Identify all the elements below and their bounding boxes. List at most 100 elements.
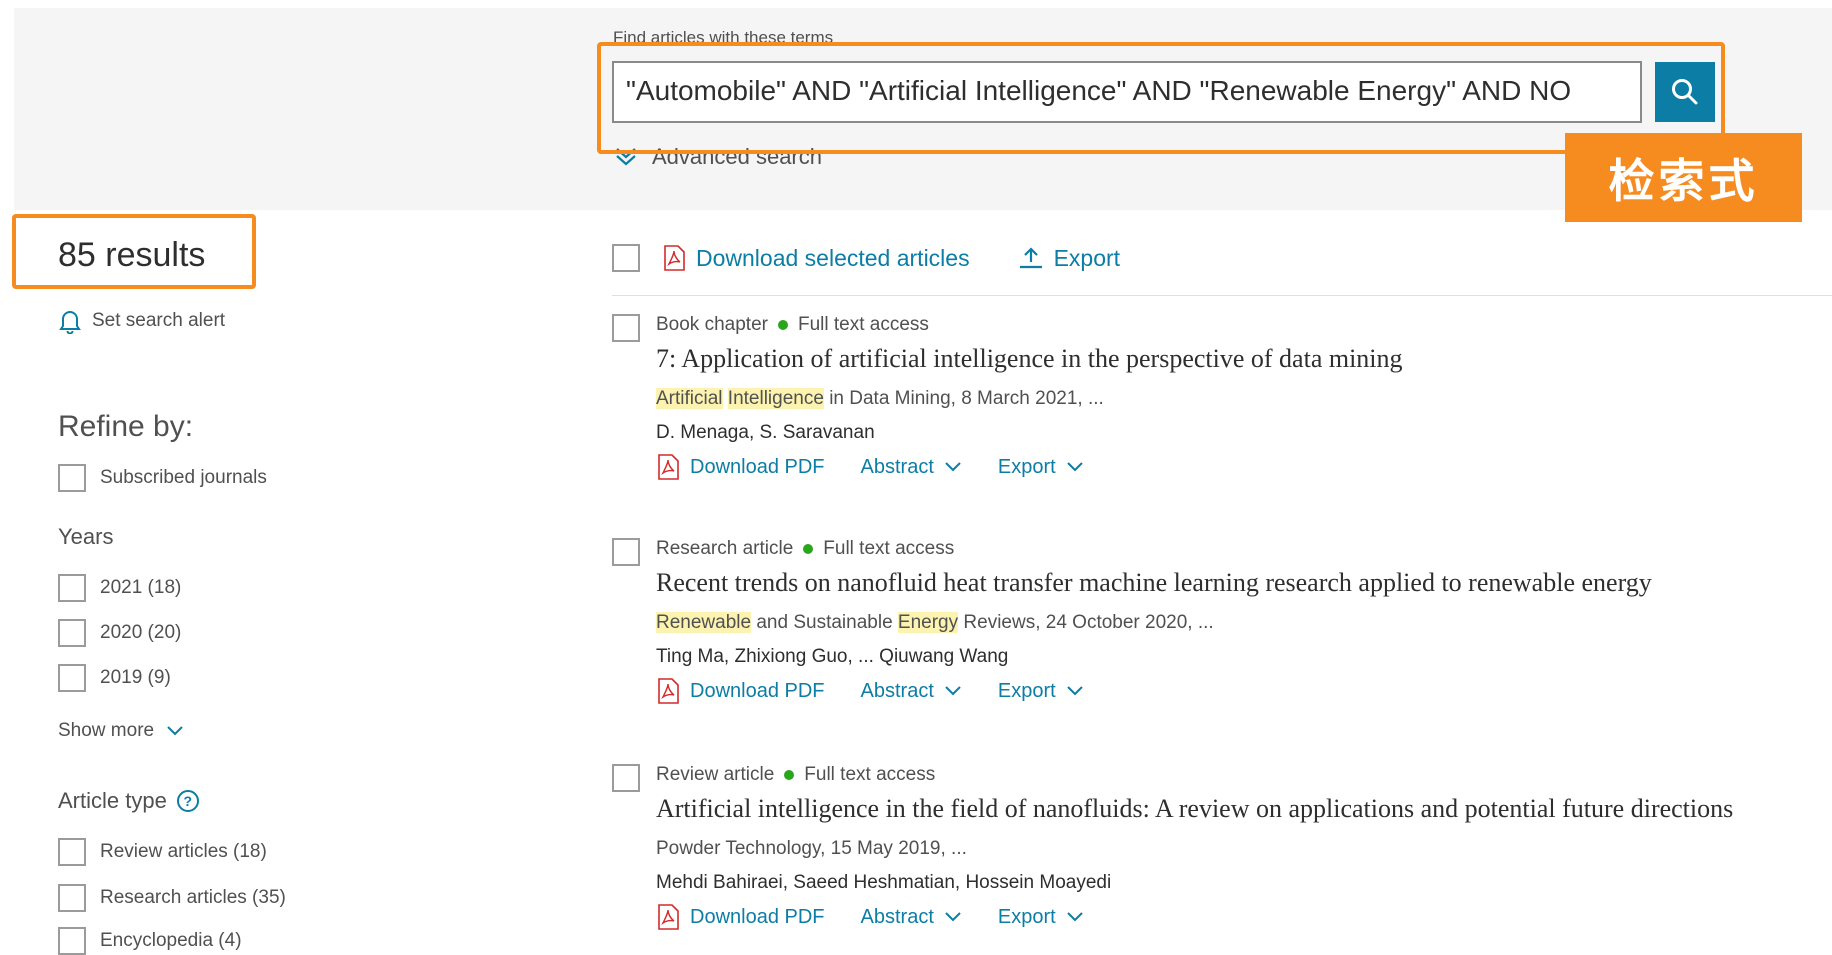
article-type-label: Article type	[58, 788, 167, 813]
export-icon	[1019, 247, 1042, 269]
result-meta: Book chapter Full text access	[656, 314, 929, 336]
filter-label: Research articles (35)	[100, 887, 286, 908]
result-checkbox[interactable]	[612, 314, 640, 342]
chevron-down-icon	[1066, 912, 1083, 922]
pdf-icon	[664, 245, 685, 271]
filter-label: 2020 (20)	[100, 622, 182, 643]
result-actions: Download PDF Abstract Export	[656, 904, 1120, 930]
toolbar-divider	[612, 295, 1832, 296]
filter-encyclopedia[interactable]: Encyclopedia (4)	[58, 927, 242, 955]
checkbox[interactable]	[58, 884, 86, 912]
filter-label: 2021 (18)	[100, 577, 182, 598]
chevron-down-icon	[1066, 462, 1083, 472]
result-authors: Mehdi Bahiraei, Saeed Heshmatian, Hossei…	[656, 872, 1112, 893]
export-button[interactable]: Export	[1018, 245, 1120, 272]
download-selected-label: Download selected articles	[696, 244, 970, 271]
result-authors: Ting Ma, Zhixiong Guo, ... Qiuwang Wang	[656, 646, 1009, 667]
result-checkbox[interactable]	[612, 764, 640, 792]
help-icon[interactable]: ?	[176, 790, 199, 812]
result-item: Research article Full text access Recent…	[612, 538, 1832, 718]
filter-label: Subscribed journals	[100, 467, 267, 488]
annotation-tag: 检索式	[1565, 133, 1802, 222]
article-type: Review article	[656, 764, 775, 785]
pdf-icon	[658, 904, 679, 930]
access-dot-icon	[803, 544, 814, 554]
filter-label: 2019 (9)	[100, 667, 171, 688]
checkbox[interactable]	[58, 619, 86, 647]
export-label: Export	[997, 905, 1056, 928]
result-title-link[interactable]: 7: Application of artificial intelligenc…	[656, 344, 1403, 374]
set-search-alert-link[interactable]: Set search alert	[58, 308, 225, 334]
show-more-label: Show more	[58, 720, 155, 741]
source-text: Reviews, 24 October 2020, ...	[958, 612, 1214, 633]
pdf-icon	[658, 678, 679, 704]
export-label: Export	[1053, 244, 1121, 271]
highlight-term: Intelligence	[727, 388, 824, 409]
chevron-down-icon	[1066, 686, 1083, 696]
chevron-down-icon	[945, 686, 961, 696]
result-actions: Download PDF Abstract Export	[656, 454, 1120, 480]
query-highlight-frame	[597, 42, 1725, 154]
header-top-margin	[0, 0, 1832, 8]
result-title-link[interactable]: Recent trends on nanofluid heat transfer…	[656, 568, 1652, 598]
chevron-down-icon	[167, 726, 183, 736]
download-pdf-label: Download PDF	[690, 455, 825, 478]
checkbox[interactable]	[58, 664, 86, 692]
result-title-link[interactable]: Artificial intelligence in the field of …	[656, 794, 1733, 824]
filter-subscribed-journals[interactable]: Subscribed journals	[58, 464, 267, 492]
header-left-margin	[0, 0, 14, 210]
abstract-toggle[interactable]: Abstract	[861, 456, 962, 479]
select-all-checkbox[interactable]	[612, 244, 640, 272]
filter-label: Encyclopedia (4)	[100, 930, 242, 951]
abstract-toggle[interactable]: Abstract	[861, 906, 962, 929]
result-checkbox[interactable]	[612, 538, 640, 566]
bell-icon	[59, 311, 81, 334]
result-item: Review article Full text access Artifici…	[612, 764, 1832, 944]
abstract-label: Abstract	[860, 905, 934, 928]
download-pdf-link[interactable]: Download PDF	[656, 678, 825, 704]
export-label: Export	[997, 455, 1056, 478]
abstract-label: Abstract	[860, 679, 934, 702]
export-toggle[interactable]: Export	[998, 456, 1084, 479]
result-authors: D. Menaga, S. Saravanan	[656, 422, 875, 443]
source-text: in Data Mining, 8 March 2021, ...	[823, 388, 1104, 409]
filter-research-articles[interactable]: Research articles (35)	[58, 884, 286, 912]
download-pdf-link[interactable]: Download PDF	[656, 904, 825, 930]
show-more-years-button[interactable]: Show more	[58, 720, 184, 742]
access-dot-icon	[784, 770, 795, 780]
abstract-label: Abstract	[860, 455, 934, 478]
checkbox[interactable]	[58, 927, 86, 955]
result-item: Book chapter Full text access 7: Applica…	[612, 314, 1832, 494]
checkbox[interactable]	[58, 464, 86, 492]
checkbox[interactable]	[58, 838, 86, 866]
set-search-alert-label: Set search alert	[92, 310, 226, 331]
result-source: Artificial Intelligence in Data Mining, …	[656, 388, 1104, 410]
filter-review-articles[interactable]: Review articles (18)	[58, 838, 267, 866]
highlight-term: Renewable	[656, 612, 752, 633]
access-label: Full text access	[804, 764, 936, 785]
result-meta: Research article Full text access	[656, 538, 954, 560]
access-label: Full text access	[797, 314, 929, 335]
result-actions: Download PDF Abstract Export	[656, 678, 1120, 704]
results-toolbar: Download selected articles Export	[612, 244, 1156, 272]
checkbox[interactable]	[58, 574, 86, 602]
abstract-toggle[interactable]: Abstract	[861, 680, 962, 703]
result-meta: Review article Full text access	[656, 764, 935, 786]
result-source: Powder Technology, 15 May 2019, ...	[656, 838, 967, 859]
access-label: Full text access	[823, 538, 955, 559]
download-selected-button[interactable]: Download selected articles	[662, 245, 970, 272]
chevron-down-icon	[945, 462, 961, 472]
filter-year-2021[interactable]: 2021 (18)	[58, 574, 181, 602]
filter-year-2020[interactable]: 2020 (20)	[58, 619, 181, 647]
download-pdf-label: Download PDF	[690, 905, 825, 928]
export-label: Export	[997, 679, 1056, 702]
source-text: and Sustainable	[751, 612, 898, 633]
article-type-heading: Article type ?	[58, 788, 199, 814]
filter-year-2019[interactable]: 2019 (9)	[58, 664, 171, 692]
export-toggle[interactable]: Export	[998, 906, 1084, 929]
access-dot-icon	[777, 320, 788, 330]
download-pdf-label: Download PDF	[690, 679, 825, 702]
export-toggle[interactable]: Export	[998, 680, 1084, 703]
download-pdf-link[interactable]: Download PDF	[656, 454, 825, 480]
highlight-term: Artificial	[656, 388, 723, 409]
